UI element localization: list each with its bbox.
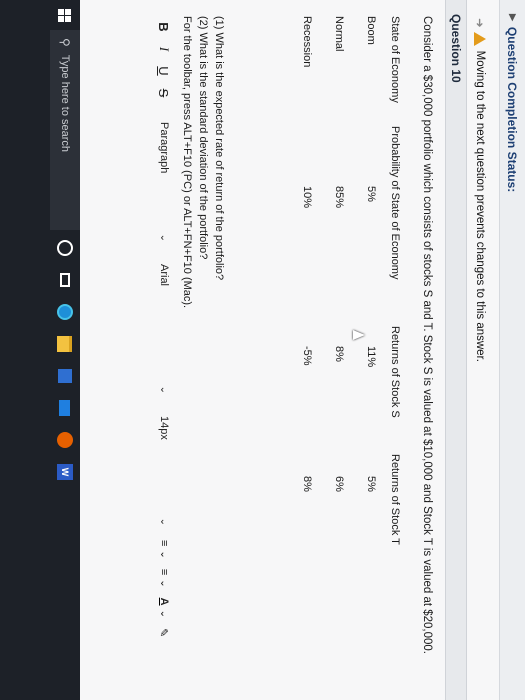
cell-returns-t: 6% [333, 476, 345, 492]
firefox-button[interactable] [50, 426, 80, 454]
editor-toolbar: B I U S Paragraph ⌄ Arial ⌄ 14px ⌄ ≡ ⌄ ≡ [151, 16, 177, 656]
chevron-down-icon: ⌄ [158, 609, 170, 618]
sub-questions: (1) What is the expected rate of return … [179, 16, 227, 308]
word-button[interactable]: W [50, 458, 80, 486]
cortana-button[interactable] [50, 234, 80, 262]
search-icon: ⚲ [58, 38, 72, 47]
screen: ▶ Question Completion Status: ➜ Moving t… [0, 0, 525, 700]
header-returns-t: Returns of Stock T [389, 454, 401, 545]
font-size-select[interactable]: 14px ⌄ [154, 412, 174, 530]
italic-button[interactable]: I [156, 38, 172, 60]
file-explorer-button[interactable] [50, 330, 80, 358]
question-prompt: Consider a $30,000 portfolio which consi… [421, 16, 433, 654]
cell-probability: 5% [365, 186, 377, 202]
header-returns-s: Returns of Stock S [389, 326, 401, 418]
paragraph-format-select[interactable]: Paragraph ⌄ [154, 118, 174, 246]
cell-returns-s: -5% [301, 346, 313, 366]
taskbar-search[interactable]: ⚲ Type here to search [50, 30, 80, 230]
cell-state: Normal [333, 16, 345, 52]
expand-triangle-icon[interactable]: ▶ [507, 14, 518, 21]
task-view-icon [60, 273, 70, 287]
cell-returns-s: 11% [365, 346, 377, 368]
table-row: Recession 10% -5% 8% [281, 16, 313, 574]
font-family-select[interactable]: Arial ⌄ [154, 260, 174, 398]
windows-logo-icon [58, 8, 72, 22]
font-size-value: 14px [158, 416, 170, 440]
chevron-down-icon: ⌄ [158, 517, 170, 526]
economy-table: State of Economy Probability of State of… [281, 16, 401, 574]
task-view-button[interactable] [50, 266, 80, 294]
status-label: Question Completion Status: [505, 26, 520, 193]
bold-button[interactable]: B [157, 16, 172, 38]
assessment-page: ▶ Question Completion Status: ➜ Moving t… [80, 0, 525, 700]
chevron-down-icon: ⌄ [158, 385, 170, 394]
mail-icon [59, 400, 71, 416]
table-row: Normal 85% 8% 6% [313, 16, 345, 574]
search-placeholder: Type here to search [59, 54, 71, 153]
question-title: Question 10 [449, 14, 463, 83]
text-color-icon: A [158, 597, 170, 606]
strikethrough-button[interactable]: S [157, 82, 172, 104]
start-button[interactable] [50, 0, 80, 30]
chevron-down-icon: ⌄ [158, 233, 170, 242]
text-color-button[interactable]: A ⌄ [158, 598, 170, 618]
header-probability: Probability of State of Economy [389, 126, 401, 280]
cell-probability: 85% [333, 186, 345, 209]
firefox-icon [57, 432, 73, 448]
question-completion-status[interactable]: ▶ Question Completion Status: [499, 0, 525, 700]
header-state: State of Economy [389, 16, 401, 103]
word-icon: W [57, 464, 73, 480]
edge-icon [57, 304, 73, 320]
bullet-list-button[interactable]: ≡ ⌄ [158, 540, 170, 559]
chevron-down-icon: ⌄ [158, 550, 170, 559]
warning-text: Moving to the next question prevents cha… [474, 50, 486, 362]
cell-state: Boom [365, 16, 377, 45]
cell-returns-s: 8% [333, 346, 345, 362]
cell-returns-t: 5% [365, 476, 377, 492]
question-part-1: (1) What is the expected rate of return … [213, 16, 225, 281]
cell-probability: 10% [301, 186, 313, 209]
mouse-cursor-icon [353, 330, 365, 340]
underline-button[interactable]: U [157, 60, 172, 82]
warning-icon [474, 31, 486, 46]
store-icon [58, 369, 72, 383]
numbered-list-icon: ≡ [158, 568, 170, 576]
font-family-value: Arial [158, 264, 170, 287]
warning-message: ➜ Moving to the next question prevents c… [471, 18, 489, 362]
arrow-right-icon: ➜ [473, 18, 485, 28]
folder-icon [57, 336, 73, 352]
table-header-row: State of Economy Probability of State of… [377, 16, 401, 574]
bullet-list-icon: ≡ [158, 540, 170, 547]
toolbar-hint: For the toolbar, press ALT+F10 (PC) or A… [181, 16, 193, 309]
edge-button[interactable] [50, 298, 80, 326]
numbered-list-button[interactable]: ≡ ⌄ [158, 569, 170, 588]
table-row: Boom 5% 11% 5% [345, 16, 377, 574]
question-part-2: (2) What is the standard deviation of th… [197, 16, 209, 260]
cell-state: Recession [301, 16, 313, 68]
mail-button[interactable] [50, 394, 80, 422]
question-header: Question 10 [445, 0, 467, 700]
chevron-down-icon: ⌄ [158, 579, 170, 588]
cortana-icon [57, 240, 73, 256]
store-button[interactable] [50, 362, 80, 390]
paragraph-format-value: Paragraph [158, 122, 170, 174]
cell-returns-t: 8% [301, 476, 313, 492]
highlighter-icon: ✎ [157, 627, 170, 638]
taskbar: ⚲ Type here to search W [0, 0, 80, 700]
highlight-color-button[interactable]: ✎ [158, 628, 171, 637]
